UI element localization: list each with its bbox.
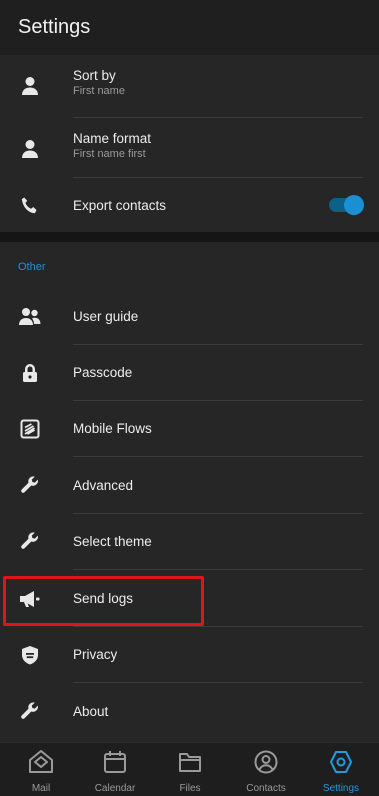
send-logs-highlight <box>3 576 204 626</box>
calendar-icon <box>102 749 128 780</box>
toggle-knob <box>344 195 364 215</box>
contacts-settings-section: Sort by First name Name format First nam… <box>0 55 379 232</box>
settings-icon <box>328 749 354 780</box>
other-section: Other User guide Passcode Mobile Flows A… <box>0 242 379 742</box>
user-guide-row[interactable]: User guide <box>0 289 379 345</box>
select-theme-label: Select theme <box>73 534 152 549</box>
export-contacts-toggle[interactable] <box>329 195 364 215</box>
nav-files[interactable]: Files <box>152 743 228 796</box>
about-label: About <box>73 704 109 719</box>
name-format-label: Name format <box>73 131 152 146</box>
export-contacts-label: Export contacts <box>73 198 167 213</box>
passcode-row[interactable]: Passcode <box>0 345 379 401</box>
name-format-value: First name first <box>73 148 146 160</box>
nav-calendar[interactable]: Calendar <box>77 743 153 796</box>
export-contacts-row[interactable]: Export contacts <box>0 178 379 232</box>
select-theme-row[interactable]: Select theme <box>0 514 379 570</box>
nav-mail-label: Mail <box>31 783 51 794</box>
person-icon <box>16 72 44 100</box>
section-gap <box>0 232 379 242</box>
mobile-flows-icon <box>16 415 44 443</box>
nav-contacts-label: Contacts <box>246 783 286 794</box>
page-title: Settings <box>18 16 91 38</box>
advanced-row[interactable]: Advanced <box>0 457 379 514</box>
bottom-nav: Mail Calendar Files Contacts Settings <box>0 742 379 796</box>
nav-files-label: Files <box>179 783 201 794</box>
sort-by-row[interactable]: Sort by First name <box>0 55 379 118</box>
wrench-icon <box>16 472 44 500</box>
user-guide-label: User guide <box>73 309 139 324</box>
privacy-label: Privacy <box>73 647 118 662</box>
mail-icon <box>28 749 54 780</box>
lock-icon <box>16 359 44 387</box>
app-header: Settings <box>0 0 379 55</box>
sort-by-label: Sort by <box>73 68 116 83</box>
passcode-label: Passcode <box>73 365 133 380</box>
name-format-row[interactable]: Name format First name first <box>0 118 379 178</box>
about-row[interactable]: About <box>0 683 379 740</box>
nav-settings[interactable]: Settings <box>303 743 379 796</box>
wrench-icon <box>16 528 44 556</box>
other-section-title: Other <box>18 261 46 273</box>
phone-icon <box>16 192 44 220</box>
users-icon <box>16 303 44 331</box>
folder-icon <box>177 749 203 780</box>
person-icon <box>16 135 44 163</box>
nav-settings-label: Settings <box>322 783 360 794</box>
nav-contacts[interactable]: Contacts <box>228 743 304 796</box>
sort-by-value: First name <box>73 85 125 97</box>
shield-icon <box>16 641 44 669</box>
mobile-flows-label: Mobile Flows <box>73 421 152 436</box>
nav-calendar-label: Calendar <box>94 783 136 794</box>
wrench-icon <box>16 698 44 726</box>
contact-icon <box>253 749 279 780</box>
nav-mail[interactable]: Mail <box>3 743 79 796</box>
mobile-flows-row[interactable]: Mobile Flows <box>0 401 379 457</box>
privacy-row[interactable]: Privacy <box>0 627 379 683</box>
advanced-label: Advanced <box>73 478 134 493</box>
